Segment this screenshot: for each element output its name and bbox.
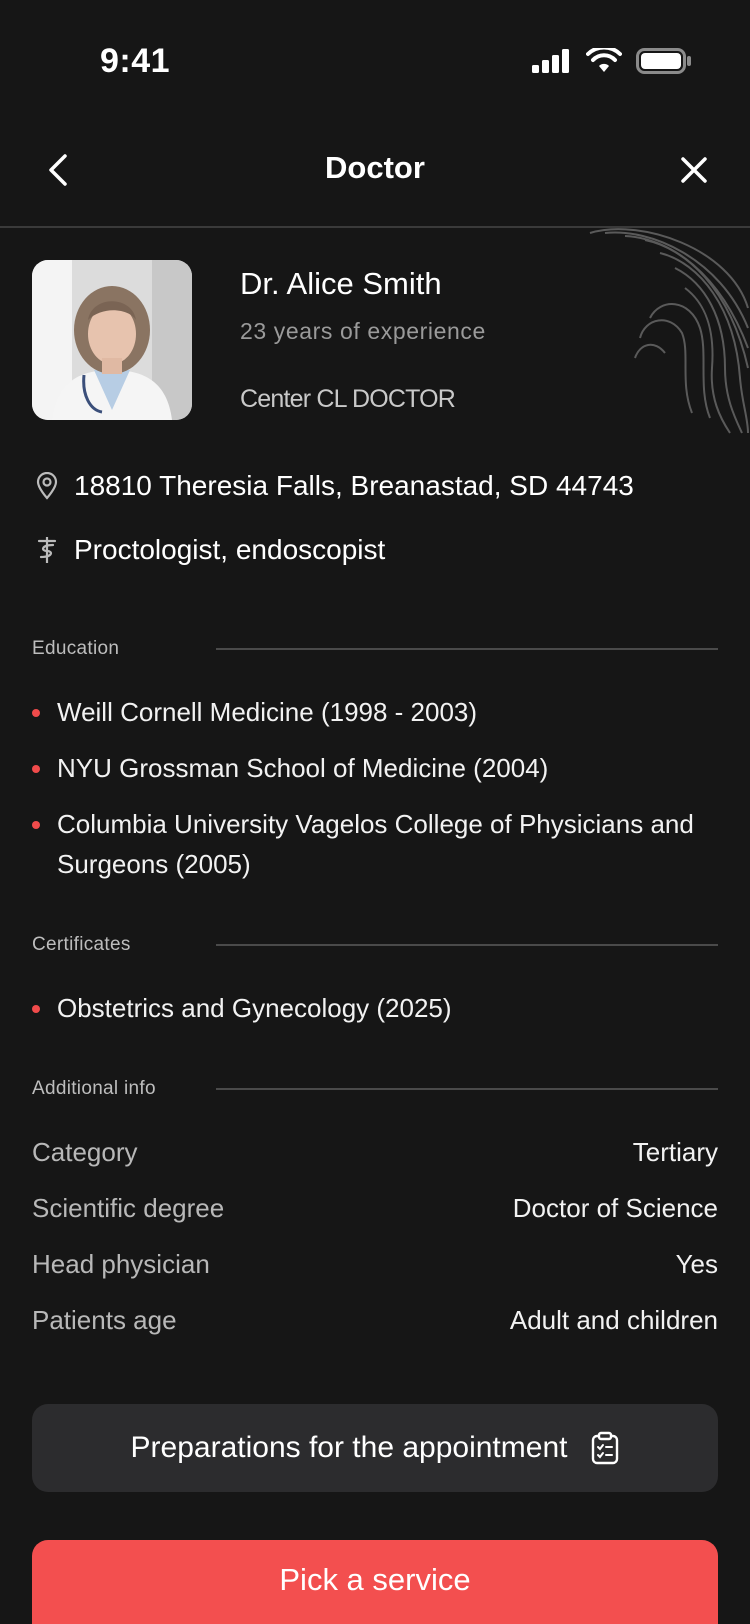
page-title: Doctor	[325, 150, 425, 185]
info-row-head-physician: Head physician Yes	[32, 1236, 718, 1292]
pick-service-button-label: Pick a service	[279, 1562, 471, 1597]
doctor-experience: 23 years of experience	[240, 318, 486, 344]
certificates-title: Certificates	[32, 934, 131, 955]
preparations-button[interactable]: Preparations for the appointment	[32, 1404, 718, 1492]
doctor-name: Dr. Alice Smith	[240, 266, 442, 301]
close-button[interactable]	[674, 150, 714, 190]
caduceus-icon	[32, 535, 62, 565]
divider	[216, 944, 718, 946]
wifi-icon	[586, 48, 622, 72]
doctor-photo	[32, 260, 192, 420]
location-pin-icon	[32, 471, 62, 501]
navigation-bar: Doctor	[0, 130, 750, 228]
cellular-signal-icon	[532, 49, 569, 73]
fingerprint-decoration-icon	[589, 228, 749, 434]
info-key: Patients age	[32, 1304, 177, 1335]
status-bar: 9:41	[0, 0, 750, 120]
info-value: Doctor of Science	[512, 1192, 718, 1223]
certificates-header: Certificates	[32, 934, 718, 956]
doctor-center: Center CL DOCTOR	[240, 385, 456, 413]
additional-info-title: Additional info	[32, 1078, 156, 1099]
certificate-item: Obstetrics and Gynecology (2025)	[32, 988, 718, 1028]
education-item: NYU Grossman School of Medicine (2004)	[32, 748, 718, 788]
info-row-category: Category Tertiary	[32, 1124, 718, 1180]
info-row-patients-age: Patients age Adult and children	[32, 1292, 718, 1348]
education-item: Weill Cornell Medicine (1998 - 2003)	[32, 692, 718, 732]
info-value: Yes	[675, 1248, 718, 1279]
info-key: Head physician	[32, 1248, 210, 1279]
divider	[216, 648, 718, 650]
education-title: Education	[32, 638, 120, 659]
doctor-screen: 9:41 Doctor Dr. Alice Smith 23 years of …	[0, 0, 750, 1624]
info-value: Adult and children	[509, 1304, 718, 1335]
doctor-avatar	[32, 260, 192, 420]
close-icon	[681, 157, 707, 183]
specialty-text: Proctologist, endoscopist	[74, 534, 386, 565]
education-header: Education	[32, 638, 718, 660]
info-key: Category	[32, 1136, 138, 1167]
preparations-button-label: Preparations for the appointment	[130, 1431, 568, 1464]
info-value: Tertiary	[632, 1136, 718, 1167]
pick-service-button[interactable]: Pick a service	[32, 1540, 718, 1624]
clipboard-checklist-icon	[592, 1431, 619, 1465]
education-list: Weill Cornell Medicine (1998 - 2003) NYU…	[32, 692, 718, 900]
info-row-scientific-degree: Scientific degree Doctor of Science	[32, 1180, 718, 1236]
status-time: 9:41	[100, 42, 171, 80]
battery-icon	[636, 48, 691, 74]
additional-info-header: Additional info	[32, 1078, 718, 1100]
info-key: Scientific degree	[32, 1192, 225, 1223]
divider	[216, 1088, 718, 1090]
address-row: 18810 Theresia Falls, Breanastad, SD 447…	[32, 470, 634, 502]
education-item: Columbia University Vagelos College of P…	[32, 804, 718, 884]
additional-info-table: Category Tertiary Scientific degree Doct…	[32, 1124, 718, 1348]
address-text: 18810 Theresia Falls, Breanastad, SD 447…	[74, 470, 634, 501]
specialty-row: Proctologist, endoscopist	[32, 534, 385, 566]
status-icons	[532, 48, 692, 74]
certificates-list: Obstetrics and Gynecology (2025)	[32, 988, 718, 1044]
